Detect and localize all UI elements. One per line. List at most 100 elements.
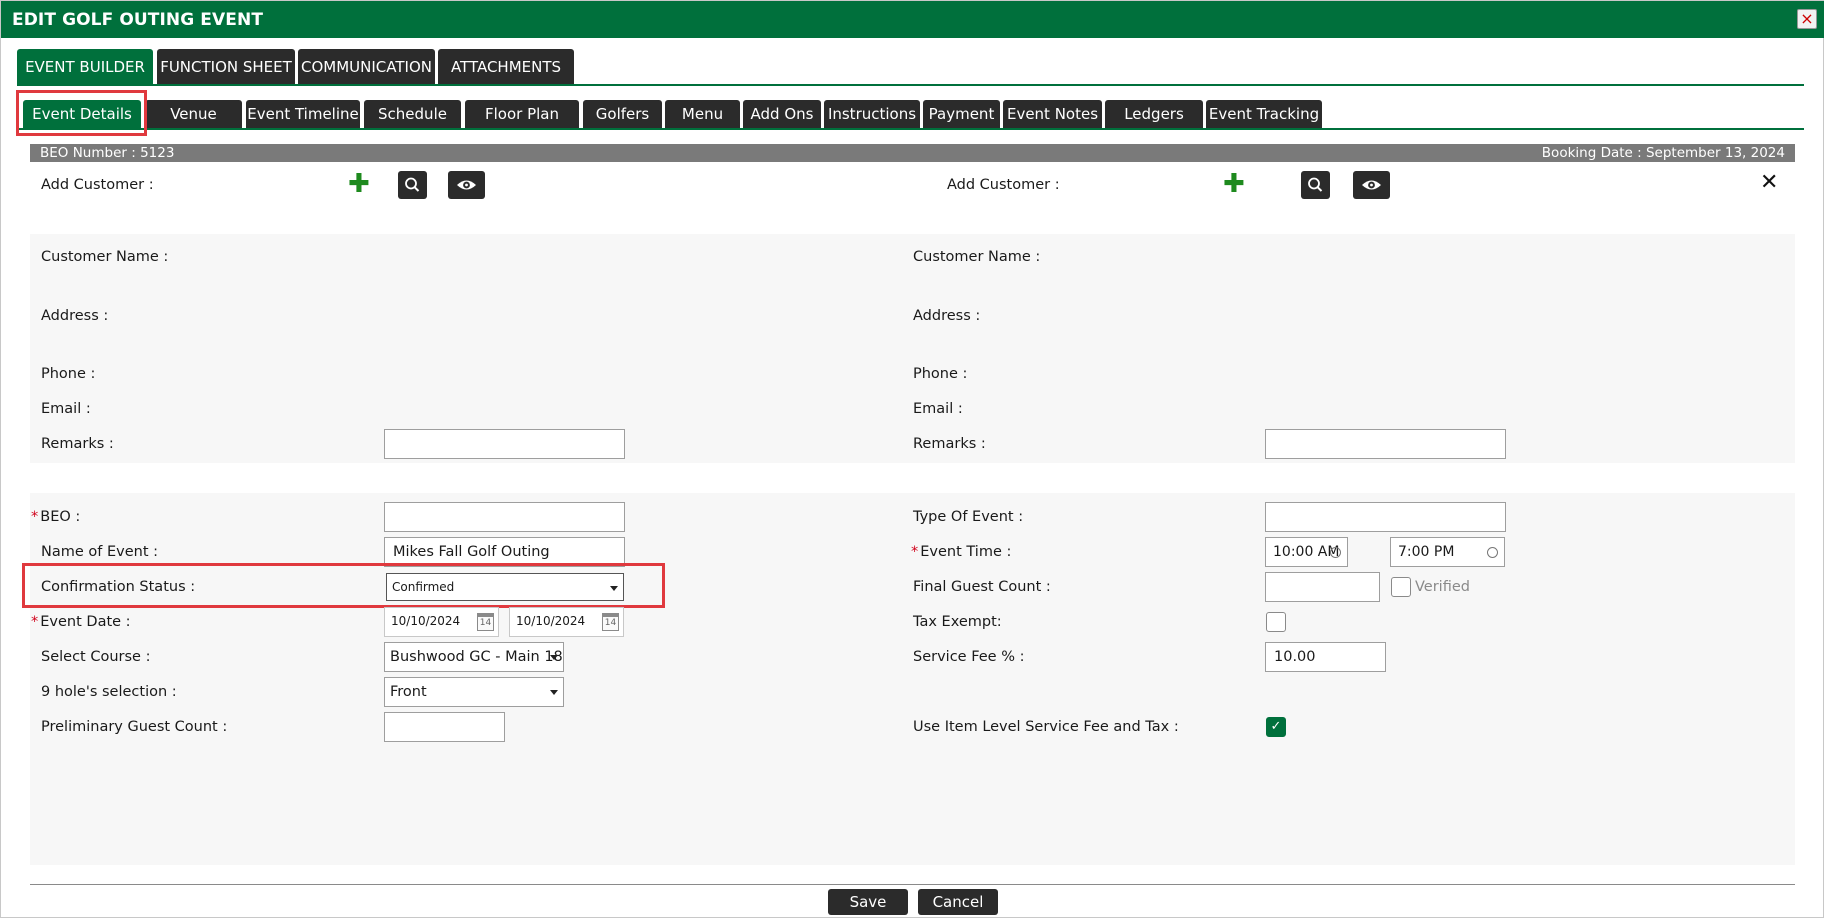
search-icon <box>1308 177 1323 192</box>
nine-hole-selection-dropdown[interactable]: Front <box>384 677 564 707</box>
eye-icon <box>457 180 476 190</box>
select-course-label: Select Course : <box>41 649 151 665</box>
item-level-service-fee-label: Use Item Level Service Fee and Tax : <box>913 719 1179 735</box>
subtab-event-notes[interactable]: Event Notes <box>1003 100 1102 128</box>
customer-name-label-right: Customer Name : <box>913 249 1041 265</box>
name-of-event-label: Name of Event : <box>41 544 159 560</box>
nine-hole-selection-value: Front <box>390 684 427 700</box>
subtab-add-ons[interactable]: Add Ons <box>743 100 821 128</box>
verified-checkbox[interactable] <box>1391 577 1411 597</box>
checkmark-icon: ✓ <box>1270 719 1282 734</box>
beo-input[interactable] <box>384 502 625 532</box>
select-course-dropdown[interactable]: Bushwood GC - Main 18 <box>384 642 564 672</box>
add-customer-label-left: Add Customer : <box>41 177 154 193</box>
phone-label-left: Phone : <box>41 366 96 382</box>
final-guest-count-label: Final Guest Count : <box>913 579 1051 595</box>
service-fee-input[interactable]: 10.00 <box>1265 642 1386 672</box>
tax-exempt-checkbox[interactable] <box>1266 612 1286 632</box>
event-time-end-value: 7:00 PM <box>1398 544 1455 560</box>
final-guest-count-input[interactable] <box>1265 572 1380 602</box>
remove-customer-close-icon[interactable]: ✕ <box>1760 170 1778 195</box>
tab-function-sheet[interactable]: FUNCTION SHEET <box>157 49 295 85</box>
close-dialog-button[interactable]: × <box>1797 9 1817 29</box>
select-course-value: Bushwood GC - Main 18 <box>390 649 563 665</box>
subtab-event-timeline[interactable]: Event Timeline <box>246 100 360 128</box>
event-date-end-value: 10/10/2024 <box>516 614 586 628</box>
chevron-down-icon <box>550 690 558 695</box>
event-time-end-input[interactable]: 7:00 PM <box>1390 537 1505 567</box>
top-tabs-underline <box>17 84 1804 86</box>
tab-communication[interactable]: COMMUNICATION <box>298 49 435 85</box>
type-of-event-input[interactable] <box>1265 502 1506 532</box>
service-fee-label: Service Fee % : <box>913 649 1025 665</box>
event-details-highlight <box>16 90 147 136</box>
event-date-start-input[interactable]: 10/10/2024 14 <box>384 607 499 637</box>
beo-number: BEO Number : 5123 <box>40 145 175 161</box>
close-icon: × <box>1800 9 1814 28</box>
view-customer-button-right[interactable] <box>1353 171 1390 199</box>
beo-label-text: BEO : <box>40 509 81 525</box>
item-level-service-fee-checkbox[interactable]: ✓ <box>1266 717 1286 737</box>
subtab-instructions[interactable]: Instructions <box>824 100 920 128</box>
dialog-title: EDIT GOLF OUTING EVENT <box>12 10 264 30</box>
view-customer-button-left[interactable] <box>448 171 485 199</box>
required-marker: * <box>31 509 39 525</box>
add-customer-label-right: Add Customer : <box>947 177 1060 193</box>
customer-info-panel <box>30 234 1795 463</box>
search-customer-button-right[interactable] <box>1301 171 1330 199</box>
subtab-ledgers[interactable]: Ledgers <box>1105 100 1203 128</box>
address-label-left: Address : <box>41 308 109 324</box>
sub-tabs-underline <box>17 128 1804 130</box>
tab-event-builder[interactable]: EVENT BUILDER <box>17 49 153 85</box>
remarks-label-right: Remarks : <box>913 436 986 452</box>
search-customer-button-left[interactable] <box>398 171 427 199</box>
subtab-venue[interactable]: Venue <box>145 100 242 128</box>
email-label-right: Email : <box>913 401 963 417</box>
address-label-right: Address : <box>913 308 981 324</box>
verified-label: Verified <box>1415 579 1470 595</box>
eye-icon <box>1362 180 1381 190</box>
beo-info-bar: BEO Number : 5123 Booking Date : Septemb… <box>30 144 1795 162</box>
clock-icon <box>1487 547 1498 558</box>
beo-label: * BEO : <box>31 509 80 525</box>
event-time-label-text: Event Time : <box>920 544 1012 560</box>
remarks-input-right[interactable] <box>1265 429 1506 459</box>
clock-icon <box>1330 547 1341 558</box>
event-time-start-input[interactable]: 10:00 AM <box>1265 537 1348 567</box>
subtab-event-tracking[interactable]: Event Tracking <box>1206 100 1322 128</box>
email-label-left: Email : <box>41 401 91 417</box>
phone-label-right: Phone : <box>913 366 968 382</box>
footer-divider <box>30 884 1795 885</box>
customer-name-label-left: Customer Name : <box>41 249 169 265</box>
booking-date: Booking Date : September 13, 2024 <box>1541 145 1785 161</box>
preliminary-guest-count-input[interactable] <box>384 712 505 742</box>
preliminary-guest-count-label: Preliminary Guest Count : <box>41 719 228 735</box>
event-time-label: * Event Time : <box>911 544 1011 560</box>
tax-exempt-label: Tax Exempt: <box>913 614 1002 630</box>
edit-golf-outing-dialog: EDIT GOLF OUTING EVENT × EVENT BUILDER F… <box>0 0 1824 918</box>
event-date-start-value: 10/10/2024 <box>391 614 461 628</box>
subtab-schedule[interactable]: Schedule <box>364 100 461 128</box>
remarks-label-left: Remarks : <box>41 436 114 452</box>
save-button[interactable]: Save <box>828 889 908 915</box>
add-customer-plus-icon-right[interactable]: ✚ <box>1223 171 1245 197</box>
type-of-event-label: Type Of Event : <box>913 509 1024 525</box>
subtab-menu[interactable]: Menu <box>665 100 740 128</box>
subtab-floor-plan[interactable]: Floor Plan <box>465 100 579 128</box>
event-date-label: * Event Date : <box>31 614 131 630</box>
tab-attachments[interactable]: ATTACHMENTS <box>438 49 574 85</box>
calendar-icon[interactable]: 14 <box>602 613 619 631</box>
event-date-label-text: Event Date : <box>40 614 131 630</box>
remarks-input-left[interactable] <box>384 429 625 459</box>
add-customer-plus-icon-left[interactable]: ✚ <box>348 171 370 197</box>
calendar-icon[interactable]: 14 <box>477 613 494 631</box>
chevron-down-icon <box>550 655 558 660</box>
required-marker: * <box>31 614 39 630</box>
cancel-button[interactable]: Cancel <box>918 889 998 915</box>
title-bar: EDIT GOLF OUTING EVENT × <box>1 1 1824 38</box>
event-date-end-input[interactable]: 10/10/2024 14 <box>509 607 624 637</box>
subtab-payment[interactable]: Payment <box>923 100 1000 128</box>
nine-hole-selection-label: 9 hole's selection : <box>41 684 177 700</box>
confirmation-status-highlight <box>22 563 665 608</box>
subtab-golfers[interactable]: Golfers <box>583 100 662 128</box>
